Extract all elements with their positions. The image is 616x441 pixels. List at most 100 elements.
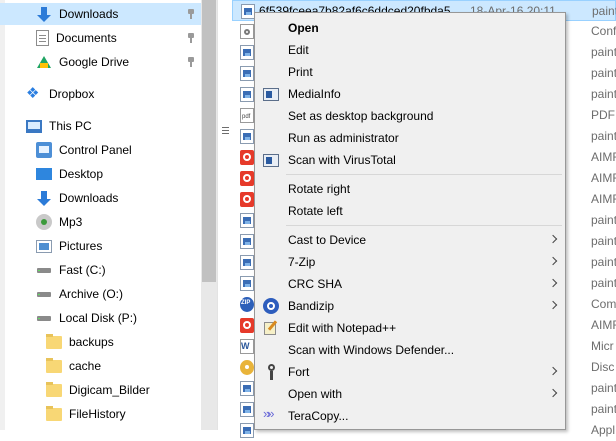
folder-icon (46, 382, 62, 398)
menu-separator (286, 174, 562, 175)
menu-cast-to-device[interactable]: Cast to Device (257, 229, 563, 251)
menu-fort[interactable]: Fort (257, 361, 563, 383)
nav-label: backups (69, 335, 114, 349)
quick-access-google-drive[interactable]: Google Drive (0, 51, 201, 73)
menu-open[interactable]: Open (257, 17, 563, 39)
nav-folder-filehistory[interactable]: FileHistory (0, 403, 201, 425)
nav-label: Archive (O:) (59, 287, 124, 301)
splitter-grip-icon[interactable] (222, 127, 229, 135)
menu-label: Fort (288, 365, 310, 379)
nav-label: Documents (56, 31, 117, 45)
nav-label: Google Drive (59, 55, 130, 69)
menu-rotate-left[interactable]: Rotate left (257, 200, 563, 222)
menu-edit[interactable]: Edit (257, 39, 563, 61)
word-file-icon (240, 339, 254, 354)
pane-splitter[interactable] (217, 0, 232, 430)
submenu-arrow-icon (548, 234, 558, 244)
file-type: paint (591, 402, 616, 416)
aimp-file-icon (240, 150, 254, 165)
file-type: PDF (591, 108, 615, 122)
menu-teracopy[interactable]: TeraCopy... (257, 405, 563, 427)
image-file-icon (240, 45, 254, 60)
music-icon (36, 214, 52, 230)
nav-pictures[interactable]: Pictures (0, 235, 201, 257)
image-file-icon (240, 87, 254, 102)
aimp-file-icon (240, 171, 254, 186)
key-icon (263, 364, 279, 380)
menu-label: Open with (288, 387, 343, 401)
file-type: paint (591, 381, 616, 395)
archive-file-icon (240, 297, 254, 312)
drive-icon (36, 286, 52, 302)
menu-bandizip[interactable]: Bandizip (257, 295, 563, 317)
nav-label: Dropbox (49, 87, 95, 101)
bandizip-icon (263, 298, 279, 314)
menu-label: Edit (288, 43, 309, 57)
navigation-scrollbar[interactable] (201, 0, 217, 430)
desktop-icon (36, 168, 52, 180)
menu-scan-defender[interactable]: Scan with Windows Defender... (257, 339, 563, 361)
teracopy-icon (263, 406, 279, 424)
file-type: paint (591, 255, 616, 269)
nav-folder-digicam-bilder[interactable]: Digicam_Bilder (0, 379, 201, 401)
menu-scan-virustotal[interactable]: Scan with VirusTotal (257, 149, 563, 171)
file-type: Appl (591, 423, 616, 437)
nav-label: Control Panel (59, 143, 132, 157)
folder-icon (46, 358, 62, 374)
nav-folder-cache[interactable]: cache (0, 355, 201, 377)
submenu-arrow-icon (548, 278, 558, 288)
menu-run-as-administrator[interactable]: Run as administrator (257, 127, 563, 149)
image-file-icon (240, 255, 254, 270)
file-type: paint (591, 213, 616, 227)
file-type: paint (591, 129, 616, 143)
image-file-icon (240, 423, 254, 438)
image-file-icon (240, 276, 254, 291)
menu-7zip[interactable]: 7-Zip (257, 251, 563, 273)
nav-label: Pictures (59, 239, 103, 253)
image-file-icon (240, 213, 254, 228)
menu-label: MediaInfo (288, 87, 341, 101)
submenu-arrow-icon (548, 388, 558, 398)
menu-separator (286, 225, 562, 226)
file-type: AIMF (591, 318, 616, 332)
menu-set-desktop-background[interactable]: Set as desktop background (257, 105, 563, 127)
menu-rotate-right[interactable]: Rotate right (257, 178, 563, 200)
scrollbar-thumb[interactable] (202, 0, 216, 282)
drive-icon (36, 262, 52, 278)
config-file-icon (240, 24, 254, 39)
menu-edit-notepadpp[interactable]: Edit with Notepad++ (257, 317, 563, 339)
nav-mp3[interactable]: Mp3 (0, 211, 201, 233)
nav-label: FileHistory (69, 407, 126, 421)
nav-folder-backups[interactable]: backups (0, 331, 201, 353)
image-file-icon (240, 381, 254, 396)
menu-mediainfo[interactable]: MediaInfo (257, 83, 563, 105)
nav-drive-c[interactable]: Fast (C:) (0, 259, 201, 281)
notepadpp-icon (263, 320, 279, 336)
quick-access-downloads[interactable]: Downloads (0, 3, 201, 25)
nav-control-panel[interactable]: Control Panel (0, 139, 201, 161)
pictures-icon (36, 239, 52, 253)
context-menu: Open Edit Print MediaInfo Set as desktop… (254, 12, 566, 430)
menu-label: Scan with Windows Defender... (288, 343, 455, 357)
menu-print[interactable]: Print (257, 61, 563, 83)
file-type: paint (591, 66, 616, 80)
download-icon (36, 190, 52, 206)
nav-drive-p[interactable]: Local Disk (P:) (0, 307, 201, 329)
menu-crc-sha[interactable]: CRC SHA (257, 273, 563, 295)
nav-drive-o[interactable]: Archive (O:) (0, 283, 201, 305)
nav-downloads[interactable]: Downloads (0, 187, 201, 209)
nav-desktop[interactable]: Desktop (0, 163, 201, 185)
pin-icon (187, 57, 195, 67)
nav-label: cache (69, 359, 102, 373)
menu-open-with[interactable]: Open with (257, 383, 563, 405)
menu-label: 7-Zip (288, 255, 316, 269)
menu-label: Open (288, 21, 319, 35)
quick-access-documents[interactable]: Documents (0, 27, 201, 49)
nav-dropbox[interactable]: Dropbox (0, 83, 201, 105)
drive-icon (36, 310, 52, 326)
download-icon (36, 6, 52, 22)
nav-label: This PC (49, 119, 92, 133)
disc-file-icon (240, 360, 254, 375)
file-type: paint (591, 276, 616, 290)
nav-this-pc[interactable]: This PC (0, 115, 201, 137)
